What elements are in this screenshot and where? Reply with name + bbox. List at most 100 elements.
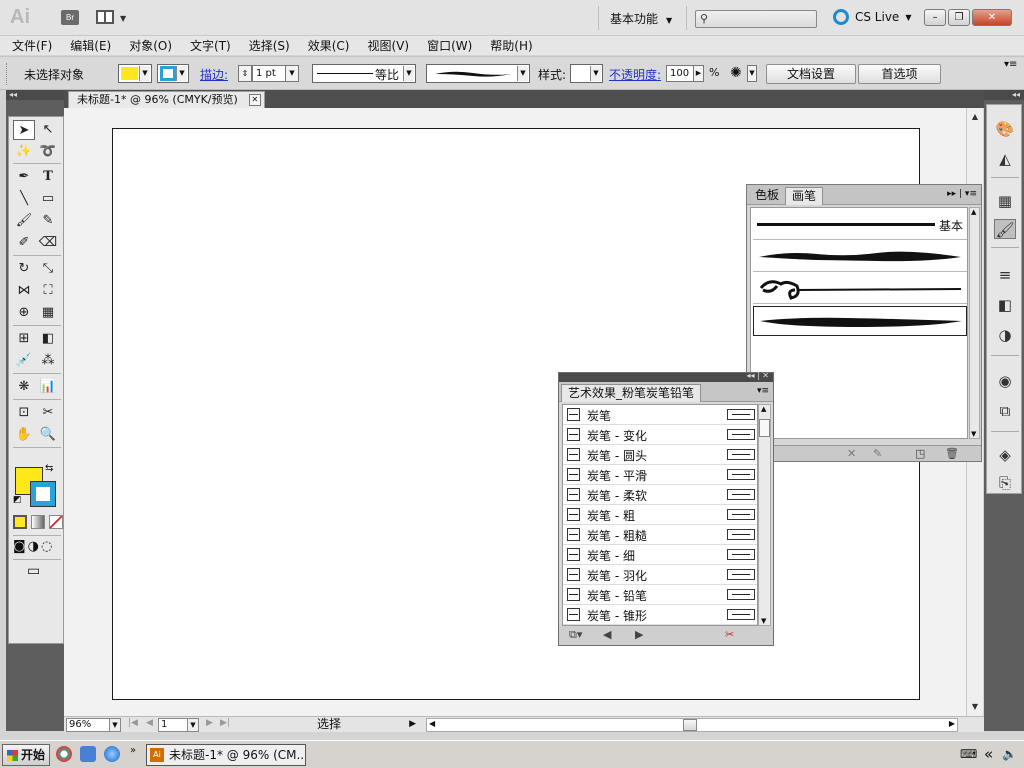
zoom-tool-icon[interactable]: 🔍: [37, 425, 59, 445]
zoom-dropdown[interactable]: ▼: [109, 718, 121, 732]
scroll-right-icon[interactable]: ▶: [949, 719, 955, 728]
menu-type[interactable]: 文字(T): [190, 37, 231, 54]
screen-mode-icon[interactable]: ▭: [27, 563, 40, 579]
bridge-button[interactable]: Br: [61, 10, 79, 25]
list-item[interactable]: 炭笔 - 铅笔: [563, 585, 757, 605]
pencil-tool-icon[interactable]: ✎: [37, 211, 59, 231]
stroke-panel-link[interactable]: 描边:: [200, 66, 228, 83]
recolor-artwork-icon[interactable]: ✺: [730, 65, 742, 81]
list-item[interactable]: 炭笔 - 细: [563, 545, 757, 565]
document-tab[interactable]: 未标题-1* @ 96% (CMYK/预览) ✕: [68, 91, 265, 108]
menu-file[interactable]: 文件(F): [12, 37, 52, 54]
menu-window[interactable]: 窗口(W): [427, 37, 472, 54]
blend-tool-icon[interactable]: ⁂: [37, 351, 59, 371]
swatches-panel-icon[interactable]: ▦: [994, 191, 1016, 211]
lasso-tool-icon[interactable]: ➰: [37, 142, 59, 162]
brush-charcoal[interactable]: [753, 242, 967, 272]
workspace-switcher[interactable]: 基本功能 ▼: [610, 10, 672, 27]
menu-effect[interactable]: 效果(C): [308, 37, 350, 54]
new-brush-icon[interactable]: ◳: [915, 447, 925, 460]
rectangle-tool-icon[interactable]: ▭: [37, 189, 59, 209]
recolor-dropdown[interactable]: ▼: [747, 65, 757, 82]
brush-options-icon[interactable]: ✎: [873, 447, 882, 460]
document-setup-button[interactable]: 文档设置: [766, 64, 856, 84]
first-artboard-icon[interactable]: |◀: [128, 718, 138, 728]
list-item[interactable]: 炭笔 - 平滑: [563, 465, 757, 485]
opacity-input[interactable]: 100: [666, 65, 694, 82]
opacity-panel-link[interactable]: 不透明度:: [609, 66, 661, 83]
scroll-up-icon[interactable]: ▲: [971, 208, 976, 216]
rotate-tool-icon[interactable]: ↻: [13, 259, 35, 279]
next-artboard-icon[interactable]: ▶: [206, 718, 213, 728]
graphic-style-dropdown[interactable]: ▼: [570, 64, 603, 83]
list-item[interactable]: 炭笔 - 变化: [563, 425, 757, 445]
keyboard-icon[interactable]: ⌨: [960, 747, 977, 761]
stroke-panel-icon[interactable]: ≡: [994, 265, 1016, 285]
eyedropper-tool-icon[interactable]: 💉: [13, 351, 35, 371]
scale-tool-icon[interactable]: ⤡: [37, 259, 59, 279]
transparency-panel-icon[interactable]: ◑: [994, 325, 1016, 345]
menu-edit[interactable]: 编辑(E): [70, 37, 111, 54]
free-transform-tool-icon[interactable]: ⛶: [37, 281, 59, 301]
list-item[interactable]: 炭笔 - 柔软: [563, 485, 757, 505]
none-mode-icon[interactable]: [49, 515, 63, 529]
artboard-number-input[interactable]: 1: [158, 718, 188, 732]
list-item[interactable]: 炭笔 - 圆头: [563, 445, 757, 465]
start-button[interactable]: 开始: [2, 744, 50, 766]
stroke-weight-stepper[interactable]: ⇕: [238, 65, 252, 82]
stroke-color-dropdown[interactable]: ▼: [157, 64, 189, 83]
close-icon[interactable]: ✕: [248, 94, 261, 106]
previous-library-icon[interactable]: ◀: [603, 628, 611, 641]
artboard-dropdown[interactable]: ▼: [187, 718, 199, 732]
selection-tool-icon[interactable]: ➤: [13, 120, 35, 140]
brushes-panel-icon[interactable]: 🖌: [994, 219, 1016, 239]
opacity-slider-arrow[interactable]: ▶: [693, 65, 704, 82]
list-item[interactable]: 炭笔 - 锥形: [563, 605, 757, 625]
gradient-panel-icon[interactable]: ◧: [994, 295, 1016, 315]
scroll-down-icon[interactable]: ▼: [971, 430, 976, 438]
current-tool-status[interactable]: 选择 ▶: [240, 717, 418, 732]
menu-view[interactable]: 视图(V): [367, 37, 409, 54]
preferences-button[interactable]: 首选项: [858, 64, 941, 84]
brush-list-scrollbar[interactable]: ▲ ▼: [969, 207, 980, 439]
brush-library-tab[interactable]: 艺术效果_粉笔炭笔铅笔: [561, 384, 702, 402]
panel-menu-icon[interactable]: ▸▸ | ▾≡: [947, 189, 977, 199]
scroll-up-icon[interactable]: ▲: [969, 111, 981, 123]
quicklaunch-overflow-icon[interactable]: »: [130, 745, 136, 756]
close-button[interactable]: ✕: [972, 9, 1012, 26]
previous-artboard-icon[interactable]: ◀: [146, 718, 153, 728]
expand-panels-icon[interactable]: ◂◂: [984, 90, 1024, 100]
menu-select[interactable]: 选择(S): [249, 37, 290, 54]
last-artboard-icon[interactable]: ▶|: [220, 718, 230, 728]
perspective-grid-tool-icon[interactable]: ▦: [37, 303, 59, 323]
horizontal-scroll-thumb[interactable]: [683, 719, 697, 731]
volume-icon[interactable]: 🔈: [1002, 747, 1017, 761]
tab-brushes[interactable]: 画笔: [785, 187, 824, 205]
slice-tool-icon[interactable]: ✂: [37, 403, 59, 423]
arrange-documents-button[interactable]: ▼: [96, 10, 130, 26]
brush-decorative-scroll[interactable]: [753, 274, 967, 304]
brush-library-titlebar[interactable]: ◂◂ | ✕: [559, 371, 773, 382]
blob-brush-tool-icon[interactable]: ✐: [13, 233, 35, 253]
minimize-button[interactable]: –: [924, 9, 946, 26]
drawing-modes-icon[interactable]: ◙◑◌: [13, 539, 54, 554]
zoom-input[interactable]: 96%: [66, 718, 110, 732]
graphic-styles-icon[interactable]: ⧉: [994, 401, 1016, 421]
hand-tool-icon[interactable]: ✋: [13, 425, 35, 445]
artboard-tool-icon[interactable]: ⊡: [13, 403, 35, 423]
tray-expand-icon[interactable]: «: [984, 745, 993, 763]
scroll-down-icon[interactable]: ▼: [761, 617, 766, 625]
shape-builder-tool-icon[interactable]: ⊕: [13, 303, 35, 323]
layers-panel-icon[interactable]: ◈: [994, 445, 1016, 465]
mesh-tool-icon[interactable]: ⊞: [13, 329, 35, 349]
collapse-toolbar-icon[interactable]: ◂◂: [6, 90, 64, 100]
restore-button[interactable]: ❐: [948, 9, 970, 26]
magic-wand-tool-icon[interactable]: ✨: [13, 142, 35, 162]
column-graph-tool-icon[interactable]: 📊: [37, 377, 59, 397]
symbol-sprayer-tool-icon[interactable]: ❋: [13, 377, 35, 397]
status-menu-icon[interactable]: ▶: [409, 717, 416, 732]
fill-color-dropdown[interactable]: ▼: [118, 64, 152, 83]
artboards-panel-icon[interactable]: ⎘: [994, 473, 1016, 493]
color-panel-icon[interactable]: 🎨: [994, 119, 1016, 139]
type-tool-icon[interactable]: T: [37, 167, 59, 187]
